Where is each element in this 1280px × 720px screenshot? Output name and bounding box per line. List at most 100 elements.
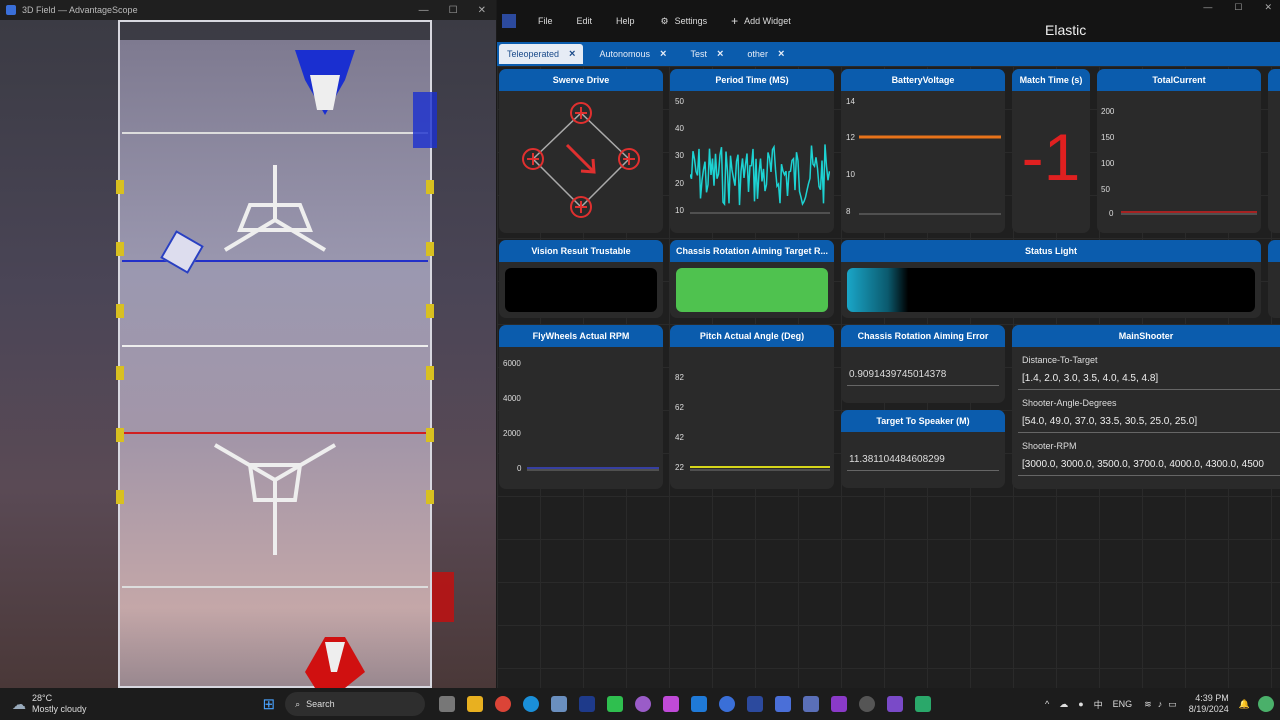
y-tick: 50 [1101,185,1110,194]
chrome-icon[interactable] [495,696,512,712]
tray-chevron-icon[interactable]: ^ [1045,699,1049,709]
maximize-icon[interactable]: ☐ [449,5,458,16]
mic-icon[interactable]: ● [1078,699,1083,709]
advantagescope-titlebar: 3D Field — AdvantageScope — ☐ ✕ [0,0,496,20]
clock-date: 8/19/2024 [1188,704,1229,714]
close-tab-icon[interactable]: × [717,48,723,60]
3d-field-view[interactable] [0,20,496,688]
edge-icon[interactable] [523,696,540,712]
clock[interactable]: 4:39 PM 8/19/2024 [1189,693,1229,715]
y-tick: 10 [675,206,684,215]
gear-icon[interactable]: ⚙ [661,16,669,27]
intellij-icon[interactable] [831,696,848,712]
chassis-target-boolean-box [676,268,828,312]
close-tab-icon[interactable]: × [569,48,575,60]
widget-title: Pitch Actual Angle (Deg) [670,325,834,347]
swerve-drive-widget[interactable]: Swerve Drive [499,69,663,233]
flywheels-rpm-widget[interactable]: FlyWheels Actual RPM 6000 4000 2000 0 [499,325,663,489]
start-icon[interactable]: ⊞ [263,695,276,713]
swerve-diagram-icon [522,102,640,218]
copilot-icon[interactable] [1258,696,1274,712]
search-box[interactable]: ⌕ Search [285,692,426,716]
total-current-widget[interactable]: TotalCurrent 200 150 100 50 0 [1097,69,1261,233]
match-time-value: -1 [1021,120,1081,194]
minimize-icon[interactable]: — [1203,2,1212,13]
menu-settings[interactable]: Settings [675,16,708,26]
vscode-icon[interactable] [691,696,708,712]
pitch-plot: 82 62 42 22 [670,347,834,489]
menu-file[interactable]: File [538,16,553,26]
menu-add-widget[interactable]: Add Widget [744,16,791,26]
target-to-speaker-widget[interactable]: Target To Speaker (M) 11.381104484608299 [841,410,1005,488]
tab-other[interactable]: other × [739,44,792,64]
advantagescope-icon[interactable] [719,696,736,712]
red-speaker-icon [305,637,365,688]
close-icon[interactable]: ✕ [1264,2,1272,13]
y-tick: 22 [675,463,684,472]
battery-plot: 14 12 10 8 [841,91,1005,233]
pitch-angle-widget[interactable]: Pitch Actual Angle (Deg) 82 62 42 22 [670,325,834,489]
partial-widget[interactable] [1268,69,1280,233]
period-time-widget[interactable]: Period Time (MS) 50 40 30 20 10 [670,69,834,233]
chassis-target-widget[interactable]: Chassis Rotation Aiming Target R... [670,240,834,318]
widget-title: Target To Speaker (M) [841,410,1005,432]
status-light-strip [847,268,1255,312]
plus-icon[interactable]: + [731,14,738,28]
dashboard-grid: Swerve Drive Period Time (MS) 50 40 30 2… [497,66,1280,688]
github-icon[interactable] [635,696,652,712]
y-tick: 0 [1109,209,1114,218]
red-stage-icon [213,443,337,555]
elastic-icon[interactable] [747,696,764,712]
y-tick: 6000 [503,359,521,368]
app-icon[interactable] [859,696,876,712]
status-light-widget[interactable]: Status Light [841,240,1261,318]
divider [1018,389,1280,390]
tab-label: Autonomous [599,49,651,59]
partial-widget[interactable] [1268,240,1280,318]
widget-title: MainShooter [1012,325,1280,347]
y-tick: 40 [675,124,684,133]
wechat-icon[interactable] [607,696,624,712]
period-graph [690,144,830,214]
target-to-speaker-value: 11.381104484608299 [849,454,945,465]
minimize-icon[interactable]: — [419,5,429,16]
match-time-widget[interactable]: Match Time (s) -1 [1012,69,1090,233]
main-shooter-widget[interactable]: MainShooter Distance-To-Target [1.4, 2.0… [1012,325,1280,489]
notification-icon[interactable]: 🔔 [1239,699,1250,710]
y-tick: 2000 [503,429,521,438]
battery-voltage-widget[interactable]: BatteryVoltage 14 12 10 8 [841,69,1005,233]
menu-help[interactable]: Help [616,16,635,26]
taskview-icon[interactable] [439,696,456,712]
app-icon[interactable] [887,696,904,712]
settings-app-icon[interactable] [551,696,568,712]
tab-autonomous[interactable]: Autonomous × [591,44,674,64]
shooter-entry-value[interactable]: [1.4, 2.0, 3.0, 3.5, 4.0, 4.5, 4.8] [1022,373,1280,384]
divider [1018,475,1280,476]
shooter-entry-value[interactable]: [54.0, 49.0, 37.0, 33.5, 30.5, 25.0, 25.… [1022,416,1280,427]
shooter-entry-value[interactable]: [3000.0, 3000.0, 3500.0, 3700.0, 4000.0,… [1022,459,1280,470]
language-indicator[interactable]: ENG [1113,699,1133,709]
app-icon[interactable] [915,696,932,712]
menu-edit[interactable]: Edit [577,16,593,26]
tab-test[interactable]: Test × [682,44,731,64]
vision-result-widget[interactable]: Vision Result Trustable [499,240,663,318]
wpilib-icon[interactable] [775,696,792,712]
app-icon[interactable] [663,696,680,712]
battery-icon[interactable]: ▭ [1168,699,1177,710]
file-explorer-icon[interactable] [467,696,484,712]
tab-teleoperated[interactable]: Teleoperated × [499,44,584,64]
close-tab-icon[interactable]: × [778,48,784,60]
close-tab-icon[interactable]: × [660,48,666,60]
cloud-icon[interactable]: ☁ [1059,699,1068,710]
tab-bar: Teleoperated × Autonomous × Test × other × [497,42,1280,66]
app-icon[interactable] [579,696,596,712]
y-tick: 100 [1101,159,1115,168]
weather-widget[interactable]: 28°C Mostly cloudy [32,693,87,715]
wifi-icon[interactable]: ≋ [1144,699,1152,710]
ime-icon[interactable]: 中 [1094,698,1103,711]
app-icon[interactable] [803,696,820,712]
close-icon[interactable]: ✕ [478,5,486,16]
maximize-icon[interactable]: ☐ [1234,2,1242,13]
volume-icon[interactable]: ♪ [1158,699,1163,709]
chassis-error-widget[interactable]: Chassis Rotation Aiming Error 0.90914397… [841,325,1005,403]
